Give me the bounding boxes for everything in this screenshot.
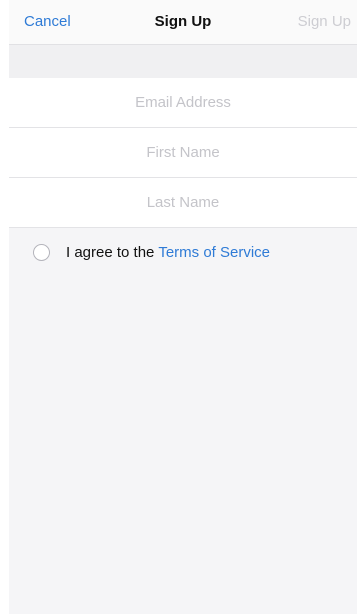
agree-label: I agree to the — [66, 243, 155, 261]
terms-agreement-row: I agree to the Terms of Service — [9, 228, 357, 276]
agree-text: I agree to the Terms of Service — [66, 244, 270, 261]
section-spacer — [9, 45, 357, 78]
terms-of-service-link[interactable]: Terms of Service — [158, 244, 270, 261]
signup-form — [9, 78, 357, 228]
signup-button[interactable]: Sign Up — [298, 13, 351, 30]
last-name-field[interactable] — [9, 193, 357, 212]
last-name-row — [9, 178, 357, 228]
first-name-row — [9, 128, 357, 178]
navigation-bar: Cancel Sign Up Sign Up — [9, 0, 357, 45]
email-field[interactable] — [9, 93, 357, 112]
first-name-field[interactable] — [9, 143, 357, 162]
email-row — [9, 78, 357, 128]
agree-radio-button[interactable] — [33, 243, 50, 261]
signup-screen: Cancel Sign Up Sign Up I agree to the Te… — [9, 0, 357, 614]
